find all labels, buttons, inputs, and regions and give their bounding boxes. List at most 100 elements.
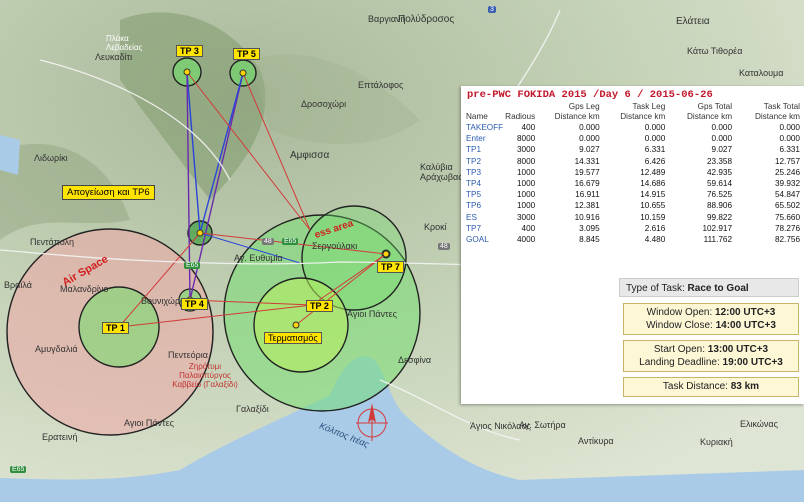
- takeoff-callout[interactable]: Απογείωση και TP6: [62, 185, 155, 200]
- place-label: Λευκαδίτι: [95, 52, 133, 62]
- table-row: TP2 8000 14.331 6.426 23.358 12.757: [465, 156, 801, 167]
- table-cell: 16.679: [574, 179, 600, 189]
- table-cell: 10.916: [574, 212, 600, 222]
- place-label: Κροκί: [424, 222, 447, 232]
- table-row: Enter 8000 0.000 0.000 0.000 0.000: [465, 133, 801, 144]
- place-label: Δεσφίνα: [398, 355, 432, 365]
- place-label: Πολύδροσος: [398, 14, 455, 25]
- table-cell: 3000: [516, 145, 536, 155]
- table-row: TP3 1000 19.577 12.489 42.935 25.246: [465, 167, 801, 178]
- place-label: Γαλαξίδι: [236, 404, 269, 414]
- table-row: TP5 1000 16.911 14.915 76.525 54.847: [465, 189, 801, 200]
- waypoint-label-tp2[interactable]: TP 2: [306, 300, 333, 312]
- column-header: Gps Leg Distance km: [554, 102, 600, 121]
- column-header: Task Total Distance km: [754, 102, 800, 121]
- table-cell: 76.525: [707, 190, 733, 200]
- table-cell: 2.616: [644, 223, 666, 233]
- table-cell: 4000: [516, 235, 536, 245]
- place-label: Καταλουμα: [739, 68, 784, 78]
- task-info-panel: pre-PWC FOKIDA 2015 /Day 6 / 2015-06-26 …: [461, 86, 804, 404]
- place-label: Πεντεόρια: [168, 350, 208, 360]
- waypoint-label-tp5[interactable]: TP 5: [233, 48, 260, 60]
- waypoint-name-cell: TP4: [466, 179, 482, 189]
- waypoint-label-tp4[interactable]: TP 4: [181, 298, 208, 310]
- task-title: pre-PWC FOKIDA 2015 /Day 6 / 2015-06-26: [467, 89, 713, 101]
- waypoint-name-cell: Enter: [466, 134, 486, 144]
- table-row: ES 3000 10.916 10.159 99.822 75.660: [465, 212, 801, 223]
- table-cell: 14.331: [574, 156, 600, 166]
- table-cell: 10.159: [640, 212, 666, 222]
- waypoint-name-cell: TP1: [466, 145, 482, 155]
- start-open-value: 13:00 UTC+3: [707, 344, 769, 355]
- landing-deadline-value: 19:00 UTC+3: [722, 356, 783, 368]
- table-cell: 8.845: [579, 235, 600, 245]
- task-table: Name Radious Gps Leg Distance km Task Le…: [465, 102, 801, 245]
- task-distance-box: Task Distance: 83 km: [623, 377, 799, 397]
- table-cell: 9.027: [579, 145, 600, 155]
- place-label: Βουνιχώρα: [141, 296, 186, 306]
- table-cell: 1000: [516, 190, 536, 200]
- table-cell: 400: [521, 223, 536, 233]
- goal-label[interactable]: Τερματισμός: [264, 332, 322, 344]
- place-label: Αγ. Σωτήρα: [519, 420, 566, 430]
- road-badge: E65: [10, 466, 27, 473]
- place-label: Κάτω Τιθορέα: [687, 46, 743, 56]
- table-cell: 102.917: [702, 223, 733, 233]
- table-cell: 23.358: [707, 156, 733, 166]
- table-row: GOAL 4000 8.845 4.480 111.762 82.756: [465, 234, 801, 245]
- table-row: TP7 400 3.095 2.616 102.917 78.276: [465, 223, 801, 234]
- table-cell: 99.822: [707, 212, 733, 222]
- table-row: TP1 3000 9.027 6.331 9.027 6.331: [465, 144, 801, 155]
- road-badge: E65: [184, 262, 201, 269]
- window-open-label: Window Open:: [646, 307, 713, 318]
- table-cell: 8000: [516, 156, 536, 166]
- zone-note: Ζηρότυμι Παλαιοπύργος Καββείο (Γαλαξίδι): [172, 362, 238, 389]
- place-label: Ερατεινή: [42, 432, 78, 442]
- place-label: Πεντάπολη: [30, 237, 75, 247]
- table-cell: 0.000: [579, 134, 600, 144]
- place-label: Ελάτεια: [676, 16, 710, 27]
- goal-cylinder: [253, 277, 349, 373]
- place-label: Δροσοχώρι: [301, 99, 347, 109]
- table-cell: 10.655: [640, 201, 666, 211]
- table-cell: 12.489: [640, 167, 666, 177]
- table-row: TP4 1000 16.679 14.686 59.614 39.932: [465, 178, 801, 189]
- table-cell: 1000: [516, 179, 536, 189]
- waypoint-label-tp3[interactable]: TP 3: [176, 45, 203, 57]
- waypoint-label-tp7[interactable]: TP 7: [377, 261, 404, 273]
- place-label: Ελικώνας: [740, 419, 778, 429]
- table-cell: 14.915: [640, 190, 666, 200]
- column-header: Gps Total Distance km: [687, 102, 733, 121]
- place-label: Βραϊλά: [4, 280, 32, 290]
- table-cell: 1000: [516, 201, 536, 211]
- table-cell: 12.381: [574, 201, 600, 211]
- waypoint-name-cell: TP2: [466, 156, 482, 166]
- table-cell: 6.331: [779, 145, 801, 155]
- road-badge: 48: [438, 243, 450, 250]
- place-label: Πλάκα Λεβαδείας: [106, 34, 143, 52]
- place-label: Αγιοι Πάντες: [347, 309, 397, 319]
- waypoint-label-tp1[interactable]: TP 1: [102, 322, 129, 334]
- table-cell: 8000: [516, 134, 536, 144]
- table-cell: 65.502: [774, 201, 800, 211]
- column-header: Radious: [505, 112, 536, 121]
- table-cell: 3000: [516, 212, 536, 222]
- column-header: Name: [466, 112, 488, 121]
- table-cell: 0.000: [779, 123, 801, 132]
- table-cell: 12.757: [774, 156, 800, 166]
- waypoint-name-cell: ES: [466, 212, 477, 222]
- table-cell: 25.246: [774, 167, 800, 177]
- table-cell: 0.000: [579, 123, 600, 132]
- table-cell: 59.614: [707, 179, 733, 189]
- north-arrow-icon: [356, 403, 388, 441]
- waypoint-name-cell: TP7: [466, 223, 482, 233]
- task-distance-label: Task Distance:: [662, 381, 728, 392]
- table-cell: 0.000: [779, 134, 801, 144]
- road-badge: E65: [282, 238, 299, 245]
- waypoint-name-cell: TP6: [466, 201, 482, 211]
- waypoint-name-cell: TP5: [466, 190, 482, 200]
- table-cell: 111.762: [703, 235, 733, 245]
- road-badge: 3: [488, 6, 496, 13]
- place-label: Αμυγδαλιά: [35, 344, 78, 354]
- place-label: Αντίκυρα: [578, 436, 614, 446]
